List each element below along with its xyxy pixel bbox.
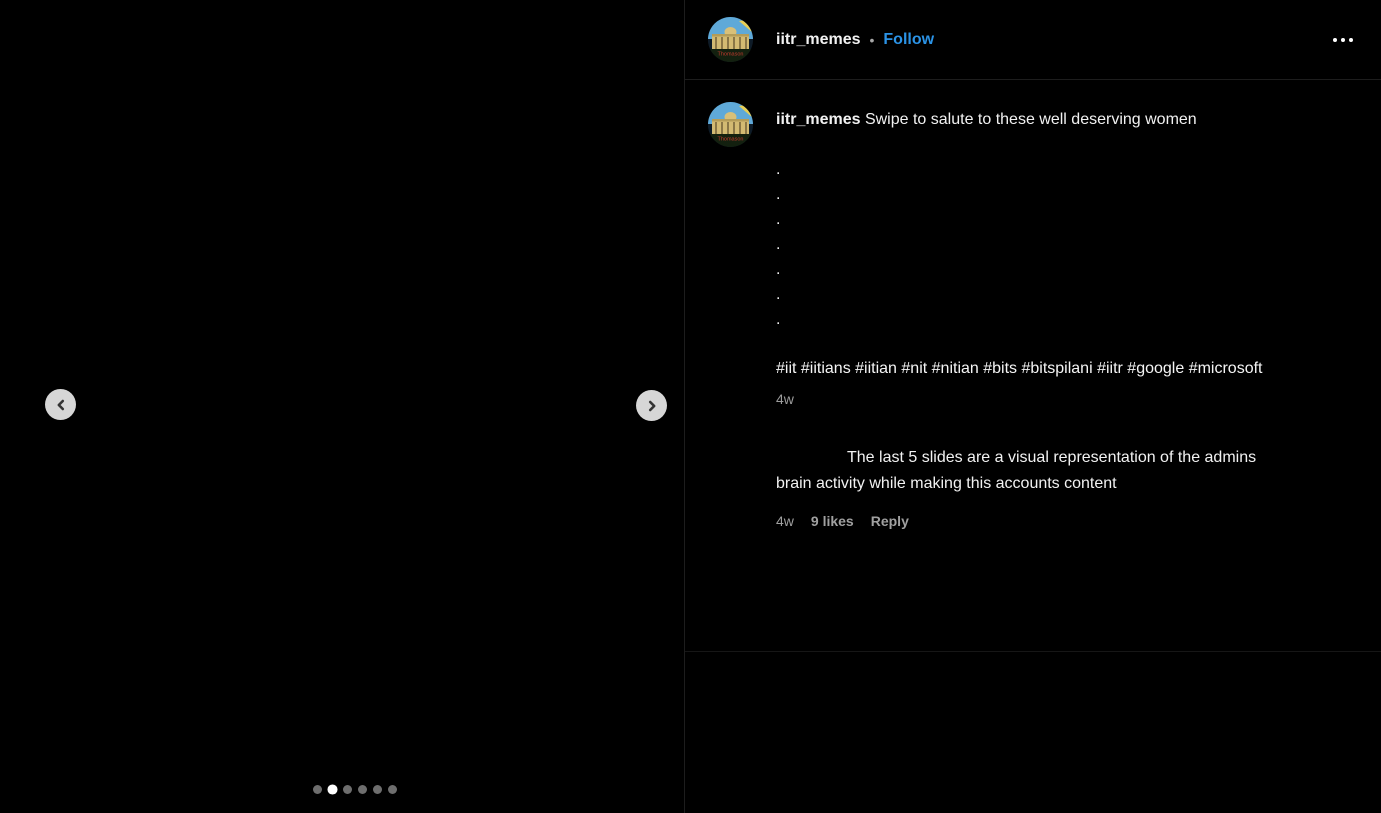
- caption-username[interactable]: iitr_memes: [776, 111, 861, 128]
- caption-dot-line: .: [776, 182, 1316, 207]
- caption-dot-line: .: [776, 157, 1316, 182]
- more-options-button[interactable]: [1327, 32, 1359, 48]
- post-header: Thomason iitr_memes • Follow: [685, 0, 1381, 80]
- carousel-prev-button[interactable]: [45, 389, 76, 420]
- caption-content: iitr_memes Swipe to salute to these well…: [776, 102, 1316, 534]
- caption-dot-line: .: [776, 232, 1316, 257]
- caption-dot-line: .: [776, 257, 1316, 282]
- caption-first-line: iitr_memes Swipe to salute to these well…: [776, 107, 1316, 132]
- header-username[interactable]: iitr_memes: [776, 31, 861, 49]
- caption-hashtags[interactable]: #iit #iitians #iitian #nit #nitian #bits…: [776, 356, 1316, 381]
- comment-likes[interactable]: 9 likes: [811, 509, 854, 534]
- post-media: [0, 0, 684, 813]
- follow-button[interactable]: Follow: [883, 31, 934, 49]
- avatar[interactable]: Thomason: [708, 17, 753, 62]
- carousel-dot[interactable]: [343, 785, 352, 794]
- caption-dot-lines: .......: [776, 157, 1316, 332]
- chevron-left-icon: [53, 397, 69, 413]
- carousel-dot[interactable]: [313, 785, 322, 794]
- comment-timestamp: 4w: [776, 509, 794, 534]
- caption-row: Thomason iitr_memes Swipe to salute to t…: [708, 102, 1357, 534]
- avatar-label: Thomason: [718, 137, 744, 143]
- carousel-dot[interactable]: [327, 784, 337, 794]
- comment-text: The last 5 slides are a visual represent…: [776, 445, 1281, 497]
- carousel-dot[interactable]: [358, 785, 367, 794]
- caption-dot-line: .: [776, 207, 1316, 232]
- comments-section: Thomason iitr_memes Swipe to salute to t…: [685, 80, 1381, 813]
- comment-reply-button[interactable]: Reply: [871, 509, 909, 534]
- caption-dot-line: .: [776, 282, 1316, 307]
- caption-avatar[interactable]: Thomason: [708, 102, 753, 147]
- comment-meta: 4w 9 likes Reply: [776, 509, 1316, 534]
- more-options-icon: [1333, 38, 1353, 42]
- caption-timestamp: 4w: [776, 391, 1316, 408]
- post-details-panel: Thomason iitr_memes • Follow: [684, 0, 1381, 813]
- avatar-label: Thomason: [718, 52, 744, 58]
- chevron-right-icon: [644, 398, 660, 414]
- header-user-line: iitr_memes • Follow: [776, 31, 934, 49]
- carousel-dots: [13, 785, 697, 794]
- carousel-dot[interactable]: [388, 785, 397, 794]
- carousel-next-button[interactable]: [636, 390, 667, 421]
- carousel-dot[interactable]: [373, 785, 382, 794]
- header-separator: •: [870, 32, 875, 48]
- caption-dot-line: .: [776, 307, 1316, 332]
- caption-text: Swipe to salute to these well deserving …: [865, 111, 1197, 128]
- comments-bottom-divider: [685, 651, 1381, 652]
